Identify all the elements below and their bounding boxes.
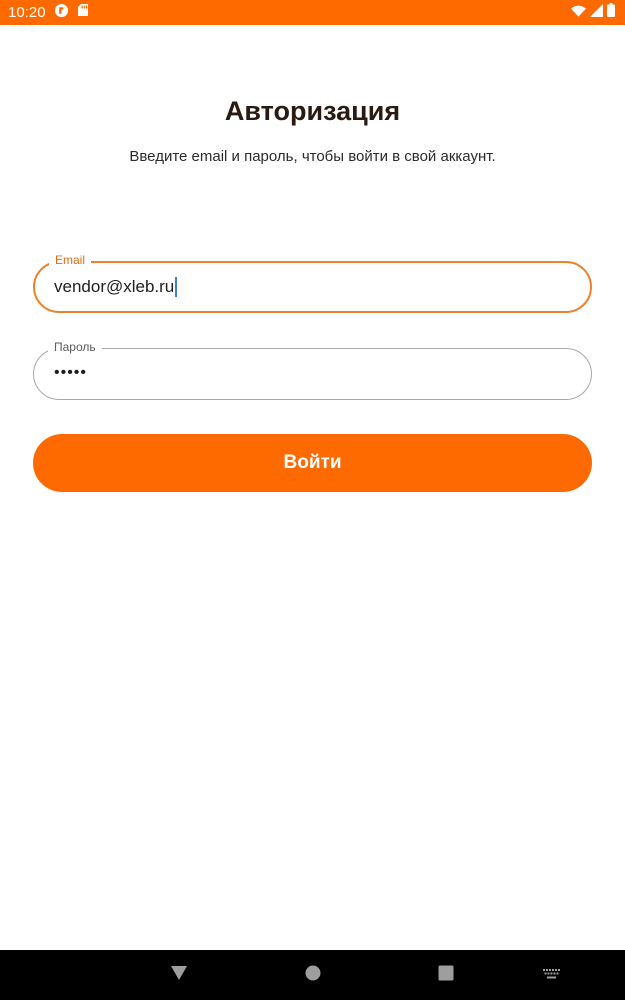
password-input[interactable]: •••••: [54, 364, 87, 382]
notification-app-icon: [54, 3, 69, 23]
email-label: Email: [49, 252, 92, 268]
page-subtitle: Введите email и пароль, чтобы войти в св…: [129, 148, 496, 165]
back-button[interactable]: [164, 950, 194, 1000]
home-icon: [305, 965, 321, 986]
battery-icon: [607, 3, 615, 22]
email-value: vendor@xleb.ru: [54, 277, 175, 296]
keyboard-button[interactable]: [536, 950, 566, 1000]
password-value: •••••: [54, 364, 88, 381]
status-bar: 10:20: [0, 0, 625, 25]
keyboard-icon: [542, 966, 560, 984]
home-button[interactable]: [298, 950, 328, 1000]
wifi-icon: [571, 4, 586, 22]
recent-apps-icon: [438, 965, 454, 986]
password-label: Пароль: [48, 339, 102, 355]
navigation-bar: [0, 950, 625, 1000]
sd-card-icon: [77, 3, 89, 22]
page-title: Авторизация: [224, 96, 401, 126]
text-cursor: [175, 277, 178, 297]
login-button[interactable]: Войти: [33, 434, 592, 492]
signal-icon: [590, 3, 603, 22]
email-input[interactable]: vendor@xleb.ru: [54, 277, 178, 297]
recent-apps-button[interactable]: [431, 950, 461, 1000]
status-time: 10:20: [8, 4, 46, 21]
status-right: [571, 3, 615, 22]
password-field[interactable]: Пароль •••••: [33, 339, 592, 400]
email-field[interactable]: Email vendor@xleb.ru: [33, 252, 592, 313]
status-left: 10:20: [8, 3, 89, 23]
back-icon: [170, 965, 188, 986]
